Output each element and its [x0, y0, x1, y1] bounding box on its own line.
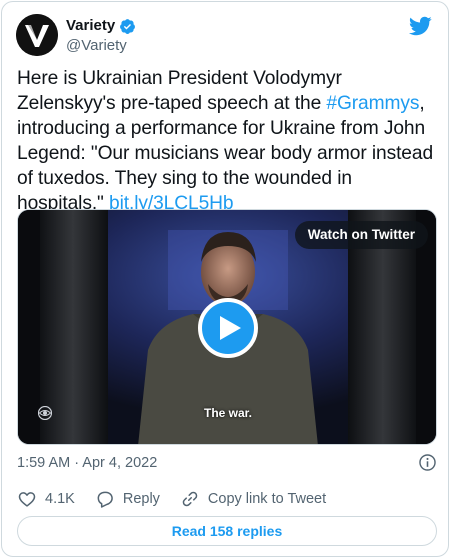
- tweet-text-part-1: Here is Ukrainian President Volodymyr Ze…: [17, 68, 342, 114]
- play-button[interactable]: [198, 298, 258, 358]
- reply-label: Reply: [122, 491, 160, 507]
- copy-link-label: Copy link to Tweet: [207, 491, 327, 507]
- reply-icon: [97, 491, 113, 508]
- likes-count: 4.1K: [45, 491, 75, 507]
- play-icon: [220, 316, 241, 340]
- author-handle[interactable]: @Variety: [66, 36, 136, 56]
- read-replies-button[interactable]: Read 158 replies: [17, 516, 437, 546]
- hashtag-link[interactable]: #Grammys: [326, 93, 419, 114]
- tweet-header: Variety @Variety: [16, 14, 436, 58]
- copy-link-button[interactable]: Copy link to Tweet: [180, 489, 326, 509]
- link-icon: [182, 491, 198, 507]
- twitter-bird-icon[interactable]: [408, 14, 432, 38]
- watch-on-twitter-button[interactable]: Watch on Twitter: [294, 221, 428, 249]
- tweet-meta: 1:59 AM · Apr 4, 2022: [17, 453, 437, 473]
- video-caption: The war.: [203, 406, 253, 420]
- timestamp[interactable]: 1:59 AM · Apr 4, 2022: [17, 455, 157, 471]
- heart-icon: [18, 492, 36, 507]
- verified-badge-icon: [120, 18, 136, 34]
- author-names: Variety @Variety: [66, 17, 136, 56]
- tweet-actions: 4.1K Reply Copy link to Tweet: [17, 489, 437, 509]
- variety-logo-icon: [16, 14, 58, 56]
- like-button[interactable]: 4.1K: [17, 489, 75, 509]
- tweet-card: Variety @Variety Here is Ukrainian Presi…: [1, 1, 449, 557]
- reply-button[interactable]: Reply: [95, 489, 160, 509]
- avatar[interactable]: [16, 14, 58, 56]
- display-name-text[interactable]: Variety: [66, 17, 115, 35]
- display-name[interactable]: Variety: [66, 17, 136, 35]
- tweet-text: Here is Ukrainian President Volodymyr Ze…: [17, 66, 437, 216]
- video-player[interactable]: Watch on Twitter The war.: [17, 209, 437, 445]
- info-icon[interactable]: [418, 453, 437, 472]
